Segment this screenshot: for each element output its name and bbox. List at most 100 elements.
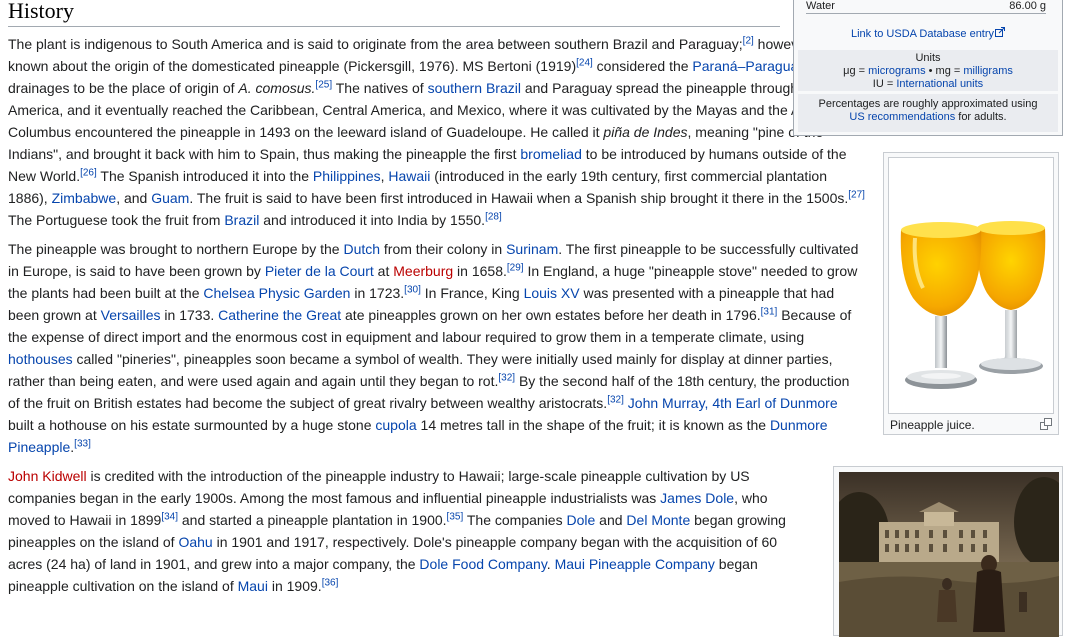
text: IU =	[872, 78, 897, 90]
units-line-2: IU = International units	[798, 78, 1058, 91]
ref-link[interactable]: [29]	[507, 262, 524, 273]
text: .	[546, 556, 555, 572]
link-versailles[interactable]: Versailles	[101, 307, 161, 323]
text: and	[595, 512, 627, 528]
magnify-clip-icon[interactable]	[1040, 417, 1052, 430]
water-label: Water	[806, 0, 835, 12]
text: in 1909.	[267, 578, 322, 594]
usda-link-label: Link to USDA Database entry	[850, 28, 995, 40]
link-bromeliad[interactable]: bromeliad	[520, 146, 581, 162]
link-maui-pineapple-company[interactable]: Maui Pineapple Company	[555, 556, 715, 572]
pineapple-juice-thumbnail: Pineapple juice.	[883, 152, 1059, 435]
link-john-kidwell-redlink[interactable]: John Kidwell	[8, 468, 87, 484]
painting-image[interactable]	[829, 472, 1069, 637]
ref-link[interactable]: [33]	[74, 438, 91, 449]
link-hothouses[interactable]: hothouses	[8, 351, 73, 367]
percentages-box: Percentages are roughly approximated usi…	[798, 94, 1058, 132]
ref-link[interactable]: [32]	[498, 372, 515, 383]
text: in 1723.	[350, 285, 405, 301]
text: at	[373, 263, 394, 279]
ref-link[interactable]: [35]	[447, 511, 464, 522]
link-dutch[interactable]: Dutch	[343, 241, 380, 257]
link-milligrams[interactable]: milligrams	[963, 65, 1013, 77]
link-brazil[interactable]: Brazil	[224, 212, 259, 228]
ref-link[interactable]: [2]	[743, 35, 754, 46]
link-oahu[interactable]: Oahu	[178, 534, 212, 550]
percentages-line-2: US recommendations for adults.	[798, 111, 1058, 124]
usda-database-link[interactable]: Link to USDA Database entry	[850, 27, 1006, 41]
text: 14 metres tall in the shape of the fruit…	[416, 417, 770, 433]
text: built a hothouse on his estate surmounte…	[8, 417, 376, 433]
text: μg =	[843, 65, 869, 77]
painting-thumbnail	[829, 466, 1069, 637]
water-row: Water 86.00 g	[806, 0, 1046, 14]
usda-link-row: Link to USDA Database entry	[794, 27, 1062, 41]
link-james-dole[interactable]: James Dole	[660, 490, 734, 506]
text: , and	[116, 190, 152, 206]
text: The pineapple was brought to northern Eu…	[8, 241, 344, 257]
link-southern-brazil[interactable]: southern Brazil	[428, 80, 521, 96]
link-maui[interactable]: Maui	[238, 578, 268, 594]
paragraph-origin: The plant is indigenous to South America…	[8, 33, 866, 231]
percentages-text: Percentages are roughly approximated usi…	[818, 98, 1038, 110]
text: for adults.	[955, 111, 1007, 123]
ref-link[interactable]: [28]	[485, 211, 502, 222]
paragraph-hawaii: John Kidwell is credited with the introd…	[8, 465, 808, 597]
link-dole[interactable]: Dole	[566, 512, 595, 528]
text: . The fruit is said to have been first i…	[189, 190, 849, 206]
section-heading: History	[8, 0, 780, 27]
text: in 1733.	[160, 307, 219, 323]
text: in 1658.	[453, 263, 507, 279]
ref-link[interactable]: [30]	[404, 284, 421, 295]
ref-link[interactable]: [24]	[576, 57, 593, 68]
ref-link[interactable]: [34]	[161, 511, 178, 522]
link-micrograms[interactable]: micrograms	[868, 65, 925, 77]
species-name: A. comosus.	[238, 80, 316, 96]
link-us-recommendations[interactable]: US recommendations	[849, 111, 955, 123]
text: In France, King	[420, 285, 524, 301]
link-cupola[interactable]: cupola	[375, 417, 416, 433]
external-link-icon	[995, 27, 1006, 41]
link-surinam[interactable]: Surinam	[506, 241, 558, 257]
text: is credited with the introduction of the…	[8, 468, 750, 506]
ref-link[interactable]: [27]	[848, 189, 865, 200]
nutrition-infobox: Water 86.00 g Link to USDA Database entr…	[793, 0, 1063, 136]
text: • mg =	[925, 65, 964, 77]
ref-link[interactable]: [31]	[761, 306, 778, 317]
link-meerburg-redlink[interactable]: Meerburg	[393, 263, 453, 279]
text: The natives of	[332, 80, 428, 96]
ref-link[interactable]: [32]	[607, 394, 624, 405]
units-line-1: μg = micrograms • mg = milligrams	[798, 65, 1058, 78]
link-guam[interactable]: Guam	[151, 190, 189, 206]
link-zimbabwe[interactable]: Zimbabwe	[52, 190, 117, 206]
text: and introduced it into India by 1550.	[259, 212, 486, 228]
text: ate pineapples grown on her own estates …	[341, 307, 761, 323]
text: The plant is indigenous to South America…	[8, 36, 743, 52]
link-international-units[interactable]: International units	[896, 78, 983, 90]
ref-link[interactable]: [36]	[322, 577, 339, 588]
link-philippines[interactable]: Philippines	[313, 168, 381, 184]
units-box: Units μg = micrograms • mg = milligrams …	[798, 50, 1058, 91]
link-chelsea-physic-garden[interactable]: Chelsea Physic Garden	[203, 285, 350, 301]
article-body: The plant is indigenous to South America…	[8, 33, 872, 604]
link-catherine-the-great[interactable]: Catherine the Great	[218, 307, 341, 323]
ref-link[interactable]: [25]	[315, 79, 332, 90]
paragraph-europe: The pineapple was brought to northern Eu…	[8, 238, 864, 458]
text: The Portuguese took the fruit from	[8, 212, 225, 228]
link-hawaii[interactable]: Hawaii	[388, 168, 430, 184]
link-pieter-de-la-court[interactable]: Pieter de la Court	[265, 263, 374, 279]
text: drainages to be the place of origin of	[8, 80, 239, 96]
link-dole-food-company[interactable]: Dole Food Company	[419, 556, 546, 572]
pina-de-indes: piña de Indes	[603, 124, 688, 140]
ref-link[interactable]: [26]	[80, 167, 97, 178]
pineapple-juice-caption: Pineapple juice.	[890, 418, 975, 432]
pineapple-juice-image[interactable]	[888, 157, 1054, 414]
text: from their colony in	[380, 241, 507, 257]
text: The Spanish introduced it into the	[96, 168, 313, 184]
units-title: Units	[915, 52, 941, 64]
link-louis-xv[interactable]: Louis XV	[524, 285, 580, 301]
text: and started a pineapple plantation in 19…	[178, 512, 447, 528]
link-del-monte[interactable]: Del Monte	[626, 512, 690, 528]
water-value: 86.00 g	[1009, 0, 1046, 12]
link-john-murray[interactable]: John Murray, 4th Earl of Dunmore	[628, 395, 838, 411]
